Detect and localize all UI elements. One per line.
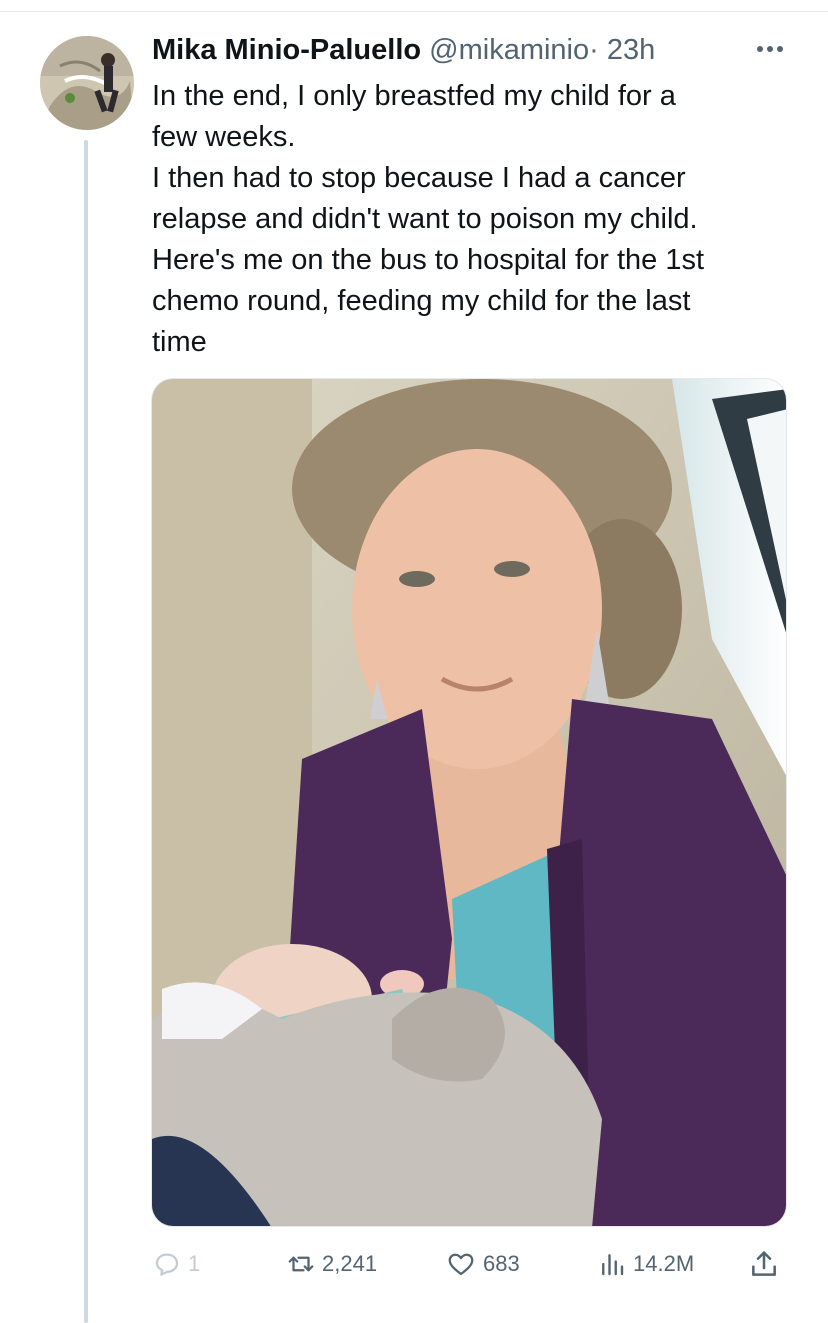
action-bar: 1 2,241 683 14.2M — [152, 1244, 792, 1284]
tweet-text: In the end, I only breastfed my child fo… — [152, 80, 705, 358]
tweet-time[interactable]: 23h — [607, 34, 655, 66]
views-bars-icon — [602, 1254, 624, 1276]
retweet-count: 2,241 — [322, 1251, 378, 1276]
thread-line — [84, 140, 88, 1323]
like-button[interactable]: 683 — [445, 1244, 520, 1284]
reply-button[interactable]: 1 — [152, 1244, 200, 1284]
display-name[interactable]: Mika Minio-Paluello — [152, 34, 421, 66]
reply-count: 1 — [188, 1251, 201, 1276]
photo-image — [152, 379, 786, 1226]
reply-bubble-icon — [155, 1253, 179, 1276]
share-upload-icon — [752, 1251, 776, 1276]
avatar-image — [40, 36, 134, 130]
like-count: 683 — [483, 1251, 520, 1276]
user-handle[interactable]: @mikaminio — [429, 34, 589, 66]
retweet-arrows-icon — [288, 1256, 314, 1272]
views-count: 14.2M — [633, 1251, 695, 1276]
views-button[interactable]: 14.2M — [597, 1244, 694, 1284]
tweet-header: Mika Minio-Paluello @mikaminio· 23h — [152, 32, 752, 72]
more-dots-icon — [757, 46, 783, 52]
heart-icon — [448, 1253, 474, 1276]
share-button[interactable] — [748, 1244, 780, 1284]
retweet-button[interactable]: 2,241 — [286, 1244, 377, 1284]
top-divider — [0, 11, 828, 12]
separator-dot: · — [589, 34, 599, 66]
more-options-button[interactable] — [752, 34, 788, 64]
tweet-photo[interactable] — [151, 378, 787, 1227]
avatar[interactable] — [40, 36, 134, 130]
